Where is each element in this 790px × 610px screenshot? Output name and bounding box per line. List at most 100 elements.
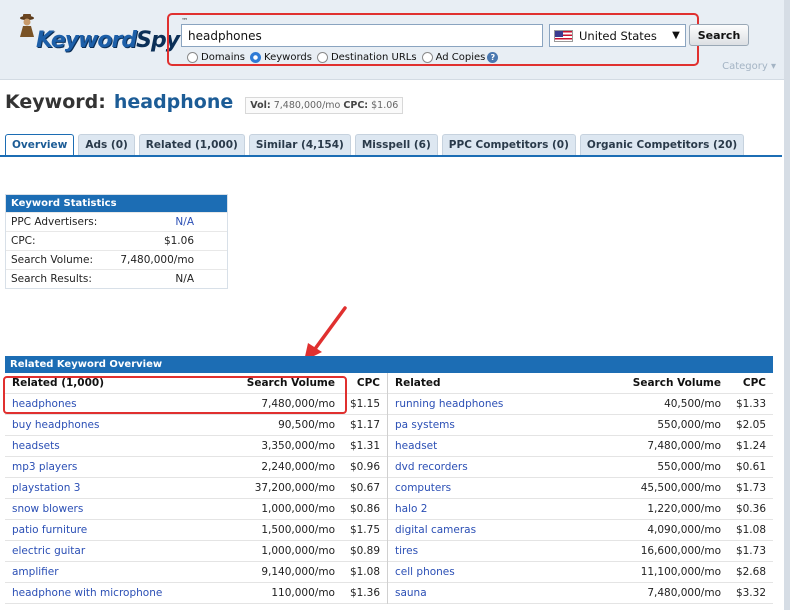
radio-label: Ad Copies bbox=[435, 52, 486, 63]
keyword-link[interactable]: amplifier bbox=[5, 566, 229, 578]
cpc-cell: $1.73 bbox=[735, 545, 766, 557]
cpc-cell: $0.36 bbox=[735, 503, 766, 515]
radio-destination-urls[interactable]: Destination URLs bbox=[316, 52, 417, 63]
column-header-cpc[interactable]: CPC bbox=[725, 377, 773, 389]
keyword-link[interactable]: halo 2 bbox=[388, 503, 615, 515]
related-overview-heading: Related Keyword Overview bbox=[5, 356, 773, 373]
radio-circle-checked[interactable] bbox=[250, 52, 262, 63]
table-row: sauna 7,480,000/mo $3.32 bbox=[388, 583, 773, 604]
keyword-link[interactable]: dvd recorders bbox=[388, 461, 615, 473]
related-keyword-overview: Related Keyword Overview Related (1,000)… bbox=[5, 356, 773, 604]
radio-ad-copies[interactable]: Ad Copies ? bbox=[421, 52, 499, 63]
cpc-cell: $2.05 bbox=[735, 419, 766, 431]
category-dropdown-link[interactable]: Category ▾ bbox=[722, 61, 776, 72]
stat-label: Search Results: bbox=[11, 273, 92, 285]
table-row: patio furniture 1,500,000/mo $1.75 bbox=[5, 520, 387, 541]
keyword-link[interactable]: headphones bbox=[5, 398, 229, 410]
table-row: headset 7,480,000/mo $1.24 bbox=[388, 436, 773, 457]
cpc-cell: $1.17 bbox=[349, 419, 380, 431]
help-icon[interactable]: ? bbox=[487, 52, 499, 63]
radio-label: Keywords bbox=[264, 52, 312, 63]
table-row: snow blowers 1,000,000/mo $0.86 bbox=[5, 499, 387, 520]
stat-value: $1.06 bbox=[163, 235, 194, 247]
cpc-cell: $1.75 bbox=[349, 524, 380, 536]
stat-label: PPC Advertisers: bbox=[11, 216, 98, 228]
tab-ads[interactable]: Ads (0) bbox=[78, 134, 135, 155]
stat-row-ppc-advertisers: PPC Advertisers: N/A bbox=[6, 212, 227, 231]
radio-circle[interactable] bbox=[187, 52, 198, 63]
cpc-cell: $1.15 bbox=[349, 398, 380, 410]
search-volume-cell: 2,240,000/mo bbox=[261, 461, 335, 473]
keyword-link[interactable]: headset bbox=[388, 440, 615, 452]
search-volume-cell: 1,000,000/mo bbox=[261, 503, 335, 515]
radio-circle[interactable] bbox=[316, 52, 328, 63]
keyword-link[interactable]: headphone with microphone bbox=[5, 587, 229, 599]
keyword-link[interactable]: snow blowers bbox=[5, 503, 229, 515]
search-volume-cell: 11,100,000/mo bbox=[640, 566, 721, 578]
table-row: headsets 3,350,000/mo $1.31 bbox=[5, 436, 387, 457]
cpc-cell: $1.36 bbox=[349, 587, 380, 599]
radio-domains[interactable]: Domains bbox=[187, 52, 245, 63]
search-button[interactable]: Search bbox=[689, 24, 749, 46]
us-flag-icon bbox=[554, 29, 573, 42]
cpc-cell: $0.61 bbox=[735, 461, 766, 473]
keyword-link[interactable]: computers bbox=[388, 482, 615, 494]
table-row: digital cameras 4,090,000/mo $1.08 bbox=[388, 520, 773, 541]
column-header-search-volume[interactable]: Search Volume bbox=[229, 377, 339, 389]
keywordspy-logo[interactable]: Keyword Spy ™ bbox=[14, 13, 188, 53]
keyword-link[interactable]: patio furniture bbox=[5, 524, 229, 536]
search-area-highlight: United States ▼ Domains Keywords Destina… bbox=[167, 13, 699, 66]
logo-text-keyword: Keyword bbox=[36, 28, 137, 53]
search-volume-cell: 37,200,000/mo bbox=[254, 482, 335, 494]
keyword-link[interactable]: digital cameras bbox=[388, 524, 615, 536]
keyword-link[interactable]: buy headphones bbox=[5, 419, 229, 431]
cpc-cell: $2.68 bbox=[735, 566, 766, 578]
tab-related[interactable]: Related (1,000) bbox=[138, 134, 245, 155]
keyword-link[interactable]: mp3 players bbox=[5, 461, 229, 473]
page-scrollbar[interactable] bbox=[784, 0, 790, 610]
cpc-cell: $0.96 bbox=[349, 461, 380, 473]
cpc-cell: $0.67 bbox=[349, 482, 380, 494]
cpc-cell: $0.89 bbox=[349, 545, 380, 557]
tab-similar[interactable]: Similar (4,154) bbox=[248, 134, 351, 155]
keyword-link[interactable]: cell phones bbox=[388, 566, 615, 578]
table-header-row: Related (1,000) Search Volume CPC bbox=[5, 373, 387, 394]
spy-figure-icon bbox=[20, 14, 34, 37]
table-row: playstation 3 37,200,000/mo $0.67 bbox=[5, 478, 387, 499]
stat-value[interactable]: N/A bbox=[116, 216, 222, 228]
radio-circle[interactable] bbox=[421, 52, 433, 63]
column-header-search-volume[interactable]: Search Volume bbox=[615, 377, 725, 389]
keyword-link[interactable]: pa systems bbox=[388, 419, 615, 431]
search-input[interactable] bbox=[181, 24, 543, 47]
search-volume-cell: 1,220,000/mo bbox=[647, 503, 721, 515]
related-grid: Related (1,000) Search Volume CPC headph… bbox=[5, 373, 773, 604]
search-volume-cell: 3,350,000/mo bbox=[261, 440, 335, 452]
cpc-value: $1.06 bbox=[371, 100, 399, 111]
keyword-link[interactable]: electric guitar bbox=[5, 545, 229, 557]
search-volume-cell: 7,480,000/mo bbox=[261, 398, 335, 410]
column-header-related[interactable]: Related (1,000) bbox=[5, 377, 229, 389]
cpc-cell: $1.73 bbox=[735, 482, 766, 494]
tab-overview[interactable]: Overview bbox=[5, 134, 75, 155]
keyword-link[interactable]: sauna bbox=[388, 587, 615, 599]
table-row: computers 45,500,000/mo $1.73 bbox=[388, 478, 773, 499]
column-header-cpc[interactable]: CPC bbox=[339, 377, 387, 389]
radio-keywords[interactable]: Keywords bbox=[250, 52, 312, 63]
country-select[interactable]: United States ▼ bbox=[549, 24, 686, 47]
keyword-link[interactable]: headsets bbox=[5, 440, 229, 452]
dropdown-arrow-icon: ▼ bbox=[672, 30, 680, 41]
table-row: tires 16,600,000/mo $1.73 bbox=[388, 541, 773, 562]
table-row: halo 2 1,220,000/mo $0.36 bbox=[388, 499, 773, 520]
tab-organic-competitors[interactable]: Organic Competitors (20) bbox=[579, 134, 745, 155]
keyword-link[interactable]: tires bbox=[388, 545, 615, 557]
tab-misspell[interactable]: Misspell (6) bbox=[354, 134, 438, 155]
title-label: Keyword: bbox=[5, 91, 106, 113]
cpc-cell: $1.08 bbox=[735, 524, 766, 536]
keyword-link[interactable]: playstation 3 bbox=[5, 482, 229, 494]
related-table-left-body: headphones 7,480,000/mo $1.15 buy headphone… bbox=[5, 394, 387, 604]
table-row: running headphones 40,500/mo $1.33 bbox=[388, 394, 773, 415]
site-header: Keyword Spy ™ United States ▼ Domains Ke… bbox=[0, 0, 790, 80]
tab-ppc-competitors[interactable]: PPC Competitors (0) bbox=[441, 134, 576, 155]
column-header-related[interactable]: Related bbox=[388, 377, 615, 389]
keyword-link[interactable]: running headphones bbox=[388, 398, 615, 410]
